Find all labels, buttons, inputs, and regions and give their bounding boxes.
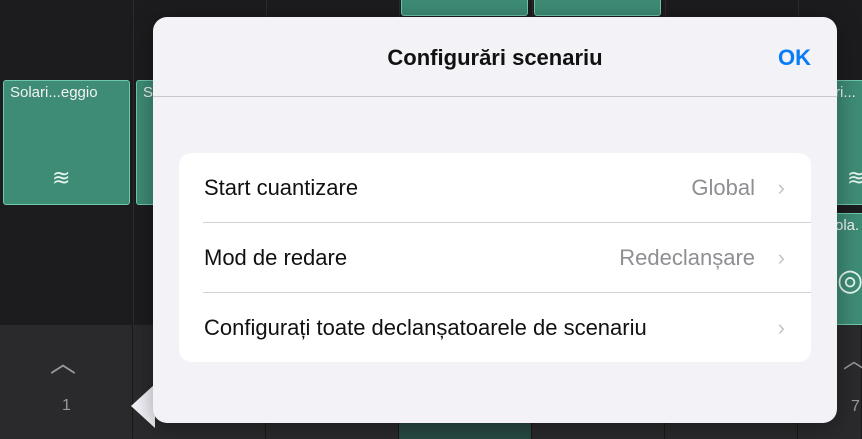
row-label: Mod de redare (204, 245, 348, 270)
configure-scene-triggers-row[interactable]: Configurați toate declanșatoarele de sce… (179, 293, 811, 362)
popover-title: Configurări scenariu (387, 45, 603, 70)
clip-cell[interactable] (534, 0, 661, 16)
chevron-right-icon: › (777, 245, 785, 270)
scene-trigger[interactable]: ︿ 1 (0, 325, 133, 439)
chevron-right-icon: › (777, 315, 785, 340)
play-mode-row[interactable]: Mod de redare Redeclanșare › (179, 223, 811, 293)
waveform-icon: ≋ (847, 165, 862, 190)
loop-icon: ◎ (837, 264, 862, 297)
scene-settings-popover: Configurări scenariu OK Start cuantizare… (153, 17, 837, 423)
popover-arrow (131, 384, 155, 428)
clip-cell-label: S (143, 84, 154, 101)
scene-number: 1 (62, 397, 71, 414)
chevron-up-icon: ︿ (50, 348, 77, 378)
popover-header: Configurări scenariu OK (153, 17, 837, 97)
clip-cell-label: ola. (835, 217, 860, 234)
chevron-up-icon: ︿ (843, 343, 862, 375)
scene-number: 7 (851, 398, 860, 415)
settings-list: Start cuantizare Global › Mod de redare … (179, 153, 811, 362)
clip-cell[interactable] (401, 0, 528, 16)
row-label: Configurați toate declanșatoarele de sce… (204, 315, 647, 340)
clip-cell-label: Solari...eggio (10, 84, 98, 101)
row-value: Global (691, 175, 755, 200)
start-quantize-row[interactable]: Start cuantizare Global › (179, 153, 811, 223)
clip-cell[interactable]: Solari...eggio ≋ (3, 80, 130, 205)
clip-cell-label: ri... (835, 84, 856, 101)
waveform-icon: ≋ (52, 165, 71, 190)
row-value: Redeclanșare (619, 245, 755, 270)
row-label: Start cuantizare (204, 175, 359, 200)
ok-button[interactable]: OK (778, 45, 811, 71)
chevron-right-icon: › (777, 175, 785, 200)
